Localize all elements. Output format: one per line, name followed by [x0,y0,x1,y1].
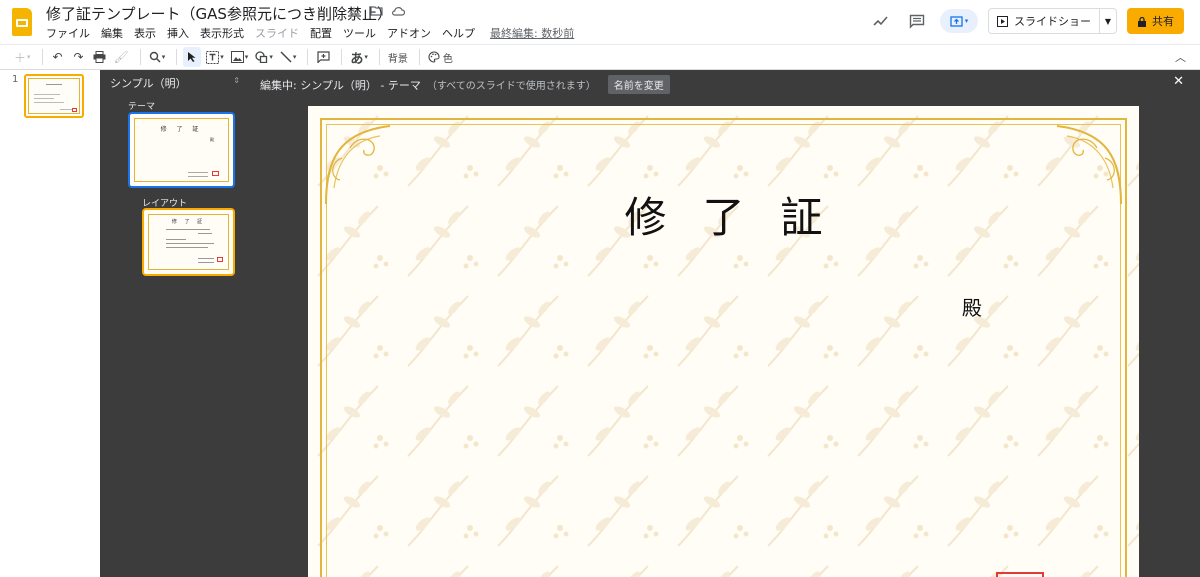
layout-thumbnail[interactable]: 修 了 証 [142,208,235,276]
editing-label: 編集中: シンプル（明） - テーマ [260,78,421,92]
theme-master-thumbnail[interactable]: 修 了 証 殿 [128,112,235,188]
share-label: 共有 [1152,15,1174,28]
editing-sub-label: （すべてのスライドで使用されます） [426,81,596,92]
activity-dashboard-icon[interactable] [868,8,894,34]
undo-icon[interactable]: ↶ [49,47,67,67]
color-button[interactable]: 色 [426,47,455,67]
menu-view[interactable]: 表示 [134,25,156,41]
lock-icon [1138,16,1146,27]
slideshow-button[interactable]: スライドショー ▼ [988,8,1117,34]
menu-help[interactable]: ヘルプ [442,25,475,41]
move-folder-icon[interactable] [369,5,383,20]
menu-bar: ファイル 編集 表示 挿入 表示形式 スライド 配置 ツール アドオン ヘルプ … [46,25,574,41]
recipient-honorific[interactable]: 殿 [962,292,982,321]
menu-format[interactable]: 表示形式 [200,25,244,41]
add-comment-icon[interactable] [314,47,332,67]
slide-thumbnail[interactable] [24,74,84,118]
redo-icon[interactable]: ↷ [70,47,88,67]
cloud-status-icon[interactable] [391,5,406,20]
menu-edit[interactable]: 編集 [101,25,123,41]
star-icon[interactable]: ☆ [347,5,361,20]
play-icon [997,15,1008,27]
last-edit-link[interactable]: 最終編集: 数秒前 [490,25,574,41]
image-icon[interactable]: ▾ [229,47,251,67]
rename-theme-button[interactable]: 名前を変更 [607,75,670,94]
comments-icon[interactable] [904,8,930,34]
mini-title: 修 了 証 [160,126,203,133]
paint-format-icon[interactable]: 🖌 [112,47,131,67]
slide-canvas[interactable]: 修了証 殿 [308,106,1139,577]
theme-section-label: テーマ [128,102,156,112]
input-tools-label: あ [350,51,364,67]
new-slide-icon[interactable]: ＋ ▾ [12,47,33,67]
certificate-title[interactable]: 修了証 [308,184,1139,245]
slides-logo-icon[interactable] [12,8,32,36]
toolbar: ＋ ▾ ↶ ↷ 🖌 ▾ ▾ ▾ ▾ ▾ あ ▾ 背景 色 ︿ [0,44,1200,70]
menu-insert[interactable]: 挿入 [167,25,189,41]
slide-number: 1 [12,74,19,85]
menu-arrange[interactable]: 配置 [310,25,332,41]
print-icon[interactable] [91,47,109,67]
input-tools-button[interactable]: あ ▾ [348,47,370,67]
app-header: 修了証テンプレート（GAS参照元につき削除禁止） ☆ ファイル 編集 表示 挿入… [0,0,1200,44]
select-cursor-icon[interactable] [183,47,202,67]
document-title[interactable]: 修了証テンプレート（GAS参照元につき削除禁止） [46,3,392,24]
mini-title: 修 了 証 [171,219,206,225]
line-icon[interactable]: ▾ [278,47,299,67]
palette-icon [428,51,440,63]
editing-banner: 編集中: シンプル（明） - テーマ （すべてのスライドで使用されます） 名前を… [260,75,670,94]
red-seal-stamp [996,572,1044,577]
chevron-down-icon[interactable]: ▼ [1100,17,1116,26]
slide-filmstrip: 1 [0,70,100,577]
theme-panel: シンプル（明） ⇕ テーマ 修 了 証 殿 レイアウト 修 了 証 [100,70,250,577]
chevron-down-icon: ▾ [964,17,969,25]
slideshow-label: スライドショー [1014,15,1091,28]
zoom-icon[interactable]: ▾ [147,47,168,67]
sort-icon[interactable]: ⇕ [233,76,240,85]
theme-editor-area: 編集中: シンプル（明） - テーマ （すべてのスライドで使用されます） 名前を… [250,70,1200,577]
present-to-meeting-button[interactable]: ▾ [940,9,978,33]
shape-icon[interactable]: ▾ [253,47,275,67]
color-label: 色 [442,53,453,65]
menu-addons[interactable]: アドオン [387,25,431,41]
menu-file[interactable]: ファイル [46,25,90,41]
share-button[interactable]: 共有 [1127,8,1184,34]
theme-panel-title: シンプル（明） [110,77,187,90]
menu-slide: スライド [255,27,299,40]
background-button[interactable]: 背景 [386,47,410,67]
mini-tono: 殿 [210,137,214,142]
close-icon[interactable]: ✕ [1173,74,1184,89]
chevron-up-icon[interactable]: ︿ [1175,49,1186,65]
menu-tools[interactable]: ツール [343,25,376,41]
text-box-icon[interactable]: ▾ [204,47,226,67]
